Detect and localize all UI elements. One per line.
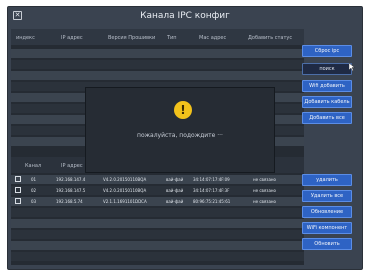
status-cell: не связано bbox=[253, 188, 276, 193]
mac-cell: 80:96:75:21:45:61 bbox=[193, 199, 231, 204]
column-header-firmware: Версия Прошивки bbox=[108, 35, 156, 41]
table-row[interactable] bbox=[11, 241, 304, 250]
close-icon[interactable]: ✕ bbox=[13, 11, 22, 20]
please-wait-dialog: ! пожалуйста, подождите ··· bbox=[85, 87, 275, 173]
table-row[interactable]: 03 192.168.5.74 V2.1.1.1691101DDCA вай-ф… bbox=[11, 197, 304, 206]
window-title: Канала IPC конфиг bbox=[140, 11, 230, 21]
row-checkbox[interactable] bbox=[15, 198, 21, 204]
table-row[interactable] bbox=[11, 208, 304, 217]
channel-table: Канал IP адрес 01 192.168.147.4 V4.2.0.2… bbox=[11, 157, 304, 265]
table-row[interactable]: 02 192.168.147.5 V4.2.0.20150110BQA вай-… bbox=[11, 186, 304, 195]
firmware-cell: V4.2.0.20150110BQA bbox=[103, 188, 147, 193]
type-cell: вай-фай bbox=[166, 188, 184, 193]
delete-all-button[interactable]: Удалить все bbox=[302, 190, 352, 202]
status-cell: не связано bbox=[253, 199, 276, 204]
mouse-cursor-icon bbox=[349, 63, 355, 71]
add-cable-button[interactable]: Добавить кабель bbox=[302, 96, 352, 108]
type-cell: вай-фай bbox=[166, 177, 184, 182]
delete-button[interactable]: удалить bbox=[302, 174, 352, 186]
channel-cell: 02 bbox=[31, 188, 37, 193]
type-cell: вай-фай bbox=[166, 199, 184, 204]
ip-cell: 192.168.147.5 bbox=[56, 188, 86, 193]
channel-cell: 01 bbox=[31, 177, 37, 182]
table-row[interactable] bbox=[11, 60, 304, 69]
column-header-ip: IP адрес bbox=[61, 163, 83, 169]
row-checkbox[interactable] bbox=[15, 176, 21, 182]
channel-cell: 03 bbox=[31, 199, 37, 204]
table-row[interactable] bbox=[11, 230, 304, 239]
row-checkbox[interactable] bbox=[15, 187, 21, 193]
update-button[interactable]: Обновление bbox=[302, 206, 352, 218]
table-row[interactable] bbox=[11, 219, 304, 228]
column-header-channel: Канал bbox=[25, 163, 42, 169]
column-header-status: Добавить статус bbox=[248, 35, 293, 41]
mac-cell: 34:14:07:17:4F:3F bbox=[193, 188, 230, 193]
column-header-type: Тип bbox=[167, 35, 177, 41]
wifi-component-button[interactable]: WiFi компонент bbox=[302, 222, 352, 234]
refresh-button[interactable]: Обновить bbox=[302, 238, 352, 250]
window-titlebar: ✕ Канала IPC конфиг bbox=[8, 7, 362, 25]
mac-cell: 34:14:07:17:4F:09 bbox=[193, 177, 230, 182]
column-header-mac: Mac адрес bbox=[199, 35, 227, 41]
ip-cell: 192.168.147.4 bbox=[56, 177, 86, 182]
status-cell: не связано bbox=[253, 177, 276, 182]
device-table-header: индекс IP адрес Версия Прошивки Тип Mac … bbox=[11, 29, 304, 45]
column-header-ip: IP адрес bbox=[61, 35, 83, 41]
firmware-cell: V4.2.0.20150110BQA bbox=[103, 177, 147, 182]
table-row[interactable] bbox=[11, 252, 304, 261]
warning-icon: ! bbox=[174, 101, 192, 119]
column-header-index: индекс bbox=[16, 35, 35, 41]
please-wait-message: пожалуйста, подождите ··· bbox=[137, 132, 223, 139]
wifi-add-button[interactable]: Wifi добавить bbox=[302, 80, 352, 92]
firmware-cell: V2.1.1.1691101DDCA bbox=[103, 199, 147, 204]
reset-ipc-button[interactable]: Сброс ipc bbox=[302, 45, 352, 57]
table-row[interactable]: 01 192.168.147.4 V4.2.0.20150110BQA вай-… bbox=[11, 175, 304, 184]
table-row[interactable] bbox=[11, 71, 304, 80]
ip-cell: 192.168.5.74 bbox=[56, 199, 83, 204]
table-row[interactable] bbox=[11, 49, 304, 58]
add-all-button[interactable]: Добавить все bbox=[302, 112, 352, 124]
search-button[interactable]: поиск bbox=[302, 63, 352, 75]
